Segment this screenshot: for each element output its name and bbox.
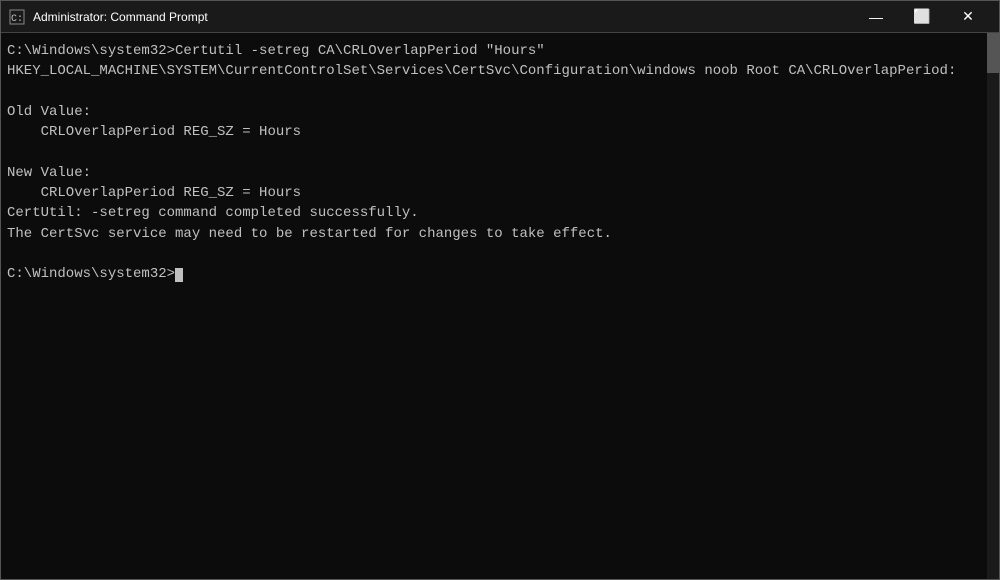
window-title: Administrator: Command Prompt [33, 10, 853, 24]
cursor-blink [175, 268, 183, 282]
console-line: CertUtil: -setreg command completed succ… [7, 203, 993, 223]
console-line: C:\Windows\system32> [7, 264, 993, 284]
minimize-button[interactable]: — [853, 1, 899, 33]
app-icon: C: [9, 9, 25, 25]
minimize-icon: — [869, 9, 883, 25]
console-blank-line [7, 142, 993, 162]
console-line: CRLOverlapPeriod REG_SZ = Hours [7, 183, 993, 203]
maximize-button[interactable]: ⬜ [899, 1, 945, 33]
console-line: C:\Windows\system32>Certutil -setreg CA\… [7, 41, 993, 61]
close-icon: ✕ [962, 8, 974, 25]
maximize-icon: ⬜ [913, 8, 930, 25]
scrollbar-thumb[interactable] [987, 33, 999, 73]
svg-text:C:: C: [11, 14, 23, 25]
close-button[interactable]: ✕ [945, 1, 991, 33]
console-blank-line [7, 244, 993, 264]
console-line: Old Value: [7, 102, 993, 122]
console-output: C:\Windows\system32>Certutil -setreg CA\… [7, 41, 993, 285]
window-controls: — ⬜ ✕ [853, 1, 991, 33]
console-line: HKEY_LOCAL_MACHINE\SYSTEM\CurrentControl… [7, 61, 993, 81]
titlebar: C: Administrator: Command Prompt — ⬜ ✕ [1, 1, 999, 33]
console-line: CRLOverlapPeriod REG_SZ = Hours [7, 122, 993, 142]
scrollbar[interactable] [987, 33, 999, 579]
console-line: New Value: [7, 163, 993, 183]
console-blank-line [7, 82, 993, 102]
console-area[interactable]: C:\Windows\system32>Certutil -setreg CA\… [1, 33, 999, 579]
window: C: Administrator: Command Prompt — ⬜ ✕ C… [0, 0, 1000, 580]
console-line: The CertSvc service may need to be resta… [7, 224, 993, 244]
